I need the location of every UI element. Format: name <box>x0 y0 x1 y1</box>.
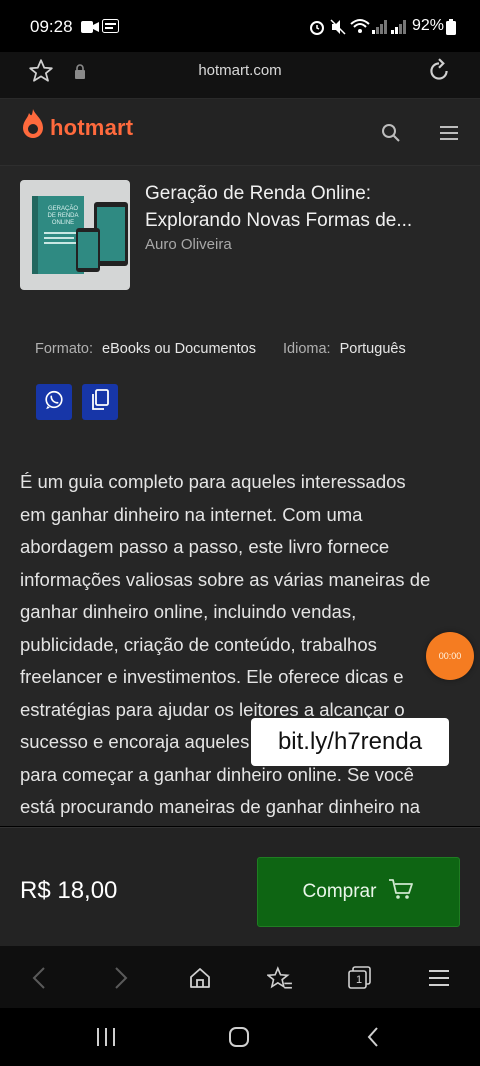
timer-text: 00:00 <box>438 651 462 661</box>
product-price: R$ 18,00 <box>20 877 118 904</box>
video-icon <box>81 20 99 39</box>
overlay-link-label: bit.ly/h7renda <box>251 718 449 766</box>
site-header: hotmart <box>0 99 480 166</box>
product-title[interactable]: Geração de Renda Online: Explorando Nova… <box>145 180 455 234</box>
language-label: Idioma: <box>283 341 331 357</box>
browser-toolbar: 1 <box>0 946 480 1008</box>
copy-icon <box>90 388 110 416</box>
format-value: eBooks ou Documentos <box>102 341 256 357</box>
description-line: está procurando maneiras de ganhar dinhe… <box>20 796 421 817</box>
hotmart-logo[interactable]: hotmart <box>50 115 133 141</box>
tabs-count: 1 <box>356 974 363 986</box>
url-bar: hotmart.com <box>0 52 480 99</box>
signal-icon <box>391 19 407 39</box>
description-line: É um guia completo para aqueles interess… <box>20 471 406 492</box>
recent-apps-icon[interactable] <box>95 1027 117 1052</box>
system-back-icon[interactable] <box>366 1026 380 1053</box>
purchase-bar: R$ 18,00 Comprar <box>0 827 480 946</box>
product-title-line: Geração de Renda Online: <box>145 183 372 204</box>
copy-link-button[interactable] <box>82 384 118 420</box>
home-button-icon[interactable] <box>228 1026 250 1053</box>
battery-icon <box>446 19 456 40</box>
format-label: Formato: <box>35 341 94 357</box>
language-info: Idioma: Português <box>283 341 406 357</box>
product-description: É um guia completo para aqueles interess… <box>20 466 470 824</box>
menu-icon[interactable] <box>425 963 455 993</box>
hamburger-menu-icon[interactable] <box>440 125 460 146</box>
whatsapp-icon <box>43 389 65 416</box>
product-page: GERAÇÃO DE RENDA ONLINE Geração de Renda… <box>0 166 480 826</box>
address-url[interactable]: hotmart.com <box>0 62 480 79</box>
product-author[interactable]: Auro Oliveira <box>145 236 232 253</box>
hotmart-flame-icon[interactable] <box>20 107 46 146</box>
product-title-line: Explorando Novas Formas de... <box>145 210 413 231</box>
description-line: freelancer e investimentos. Ele oferece … <box>20 666 404 687</box>
alarm-icon <box>309 19 325 40</box>
buy-button[interactable]: Comprar <box>257 857 460 927</box>
cart-icon <box>388 878 414 906</box>
status-bar: 09:28 92% <box>0 0 480 52</box>
system-navigation-bar <box>0 1008 480 1066</box>
back-icon[interactable] <box>24 963 54 993</box>
bookmarks-icon[interactable] <box>265 963 295 993</box>
search-icon[interactable] <box>381 123 401 148</box>
tabs-icon[interactable]: 1 <box>345 963 375 993</box>
cover-title-text: GERAÇÃO DE RENDA ONLINE <box>47 206 79 226</box>
description-line: publicidade, criação de conteúdo, trabal… <box>20 633 377 655</box>
floating-timer-button[interactable]: 00:00 <box>426 632 474 680</box>
forward-icon[interactable] <box>106 963 136 993</box>
notification-icon <box>102 19 120 39</box>
wifi-icon <box>350 18 370 39</box>
description-line: ganhar dinheiro online, incluindo vendas… <box>20 601 357 622</box>
status-time: 09:28 <box>30 17 73 36</box>
format-info: Formato: eBooks ou Documentos <box>35 341 256 357</box>
description-line: informações valiosas sobre as várias man… <box>20 568 431 590</box>
home-icon[interactable] <box>185 963 215 993</box>
buy-button-label: Comprar <box>302 881 377 902</box>
whatsapp-share-button[interactable] <box>36 384 72 420</box>
description-line: em ganhar dinheiro na internet. Com uma <box>20 503 363 525</box>
language-value: Português <box>339 341 406 357</box>
battery-percent: 92% <box>411 17 444 34</box>
reload-icon[interactable] <box>426 58 452 89</box>
mute-icon <box>330 19 346 40</box>
description-line: abordagem passo a passo, este livro forn… <box>20 536 390 557</box>
signal-icon <box>372 19 388 39</box>
product-cover-image[interactable]: GERAÇÃO DE RENDA ONLINE <box>20 180 130 290</box>
